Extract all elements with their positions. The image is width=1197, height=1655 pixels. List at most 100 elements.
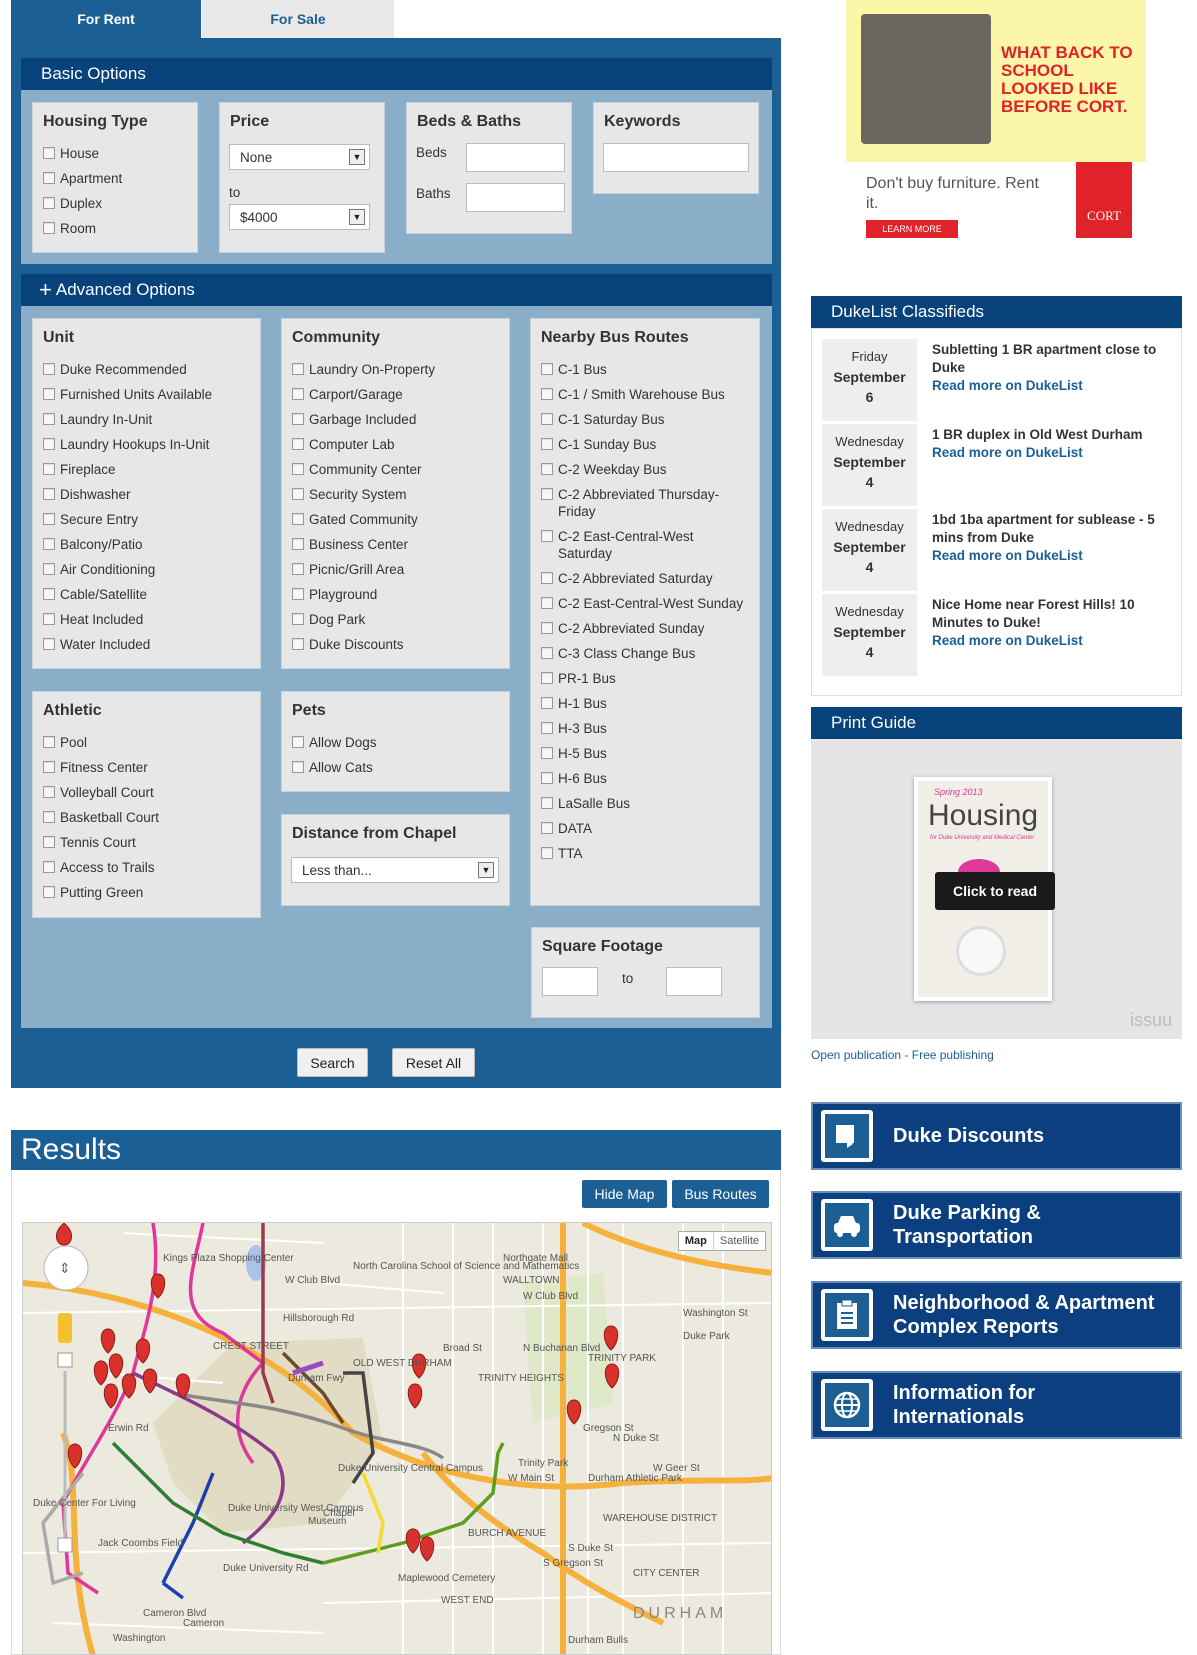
checkbox[interactable] [43, 363, 55, 375]
bus-route-option[interactable]: LaSalle Bus [541, 795, 749, 812]
search-button[interactable]: Search [297, 1048, 368, 1077]
bus-route-option[interactable]: H-3 Bus [541, 720, 749, 737]
checkbox[interactable] [541, 530, 553, 542]
unit-option[interactable]: Duke Recommended [43, 361, 250, 378]
checkbox[interactable] [43, 413, 55, 425]
unit-option[interactable]: Furnished Units Available [43, 386, 250, 403]
unit-option[interactable]: Laundry Hookups In-Unit [43, 436, 250, 453]
duke-discounts-button[interactable]: Duke Discounts [811, 1102, 1182, 1170]
map-type-satellite[interactable]: Satellite [714, 1232, 765, 1250]
unit-option[interactable]: Fireplace [43, 461, 250, 478]
bus-route-option[interactable]: C-2 Weekday Bus [541, 461, 749, 478]
community-option[interactable]: Business Center [292, 536, 499, 553]
community-option[interactable]: Playground [292, 586, 499, 603]
reset-all-button[interactable]: Reset All [392, 1048, 475, 1077]
housing-option[interactable]: Apartment [43, 170, 187, 187]
checkbox[interactable] [292, 438, 304, 450]
community-option[interactable]: Carport/Garage [292, 386, 499, 403]
bus-route-option[interactable]: C-1 Sunday Bus [541, 436, 749, 453]
parking-transportation-button[interactable]: Duke Parking & Transportation [811, 1191, 1182, 1259]
pets-option[interactable]: Allow Dogs [292, 734, 499, 751]
checkbox[interactable] [43, 613, 55, 625]
checkbox[interactable] [541, 463, 553, 475]
checkbox[interactable] [292, 736, 304, 748]
community-option[interactable]: Garbage Included [292, 411, 499, 428]
checkbox[interactable] [43, 172, 55, 184]
zoom-out-button[interactable] [57, 1537, 73, 1553]
checkbox[interactable] [541, 672, 553, 684]
bus-route-option[interactable]: H-5 Bus [541, 745, 749, 762]
housing-option[interactable]: Duplex [43, 195, 187, 212]
checkbox[interactable] [541, 822, 553, 834]
checkbox[interactable] [541, 572, 553, 584]
price-max-select[interactable]: $4000 ▼ [229, 204, 370, 230]
checkbox[interactable] [292, 761, 304, 773]
classified-item[interactable]: Friday September 6 Subletting 1 BR apartmen… [822, 339, 1174, 421]
bus-route-option[interactable]: C-2 East-Central-West Saturday [541, 528, 749, 562]
results-map[interactable]: ⇕ Map Satellite Kings Plaza Shopping Cen… [22, 1222, 772, 1655]
checkbox[interactable] [541, 772, 553, 784]
distance-select[interactable]: Less than... ▼ [291, 857, 499, 883]
checkbox[interactable] [541, 797, 553, 809]
community-option[interactable]: Dog Park [292, 611, 499, 628]
basic-options-header[interactable]: Basic Options [21, 58, 772, 90]
checkbox[interactable] [292, 363, 304, 375]
read-more-link[interactable]: Read more on DukeList [932, 377, 1177, 395]
checkbox[interactable] [292, 413, 304, 425]
athletic-option[interactable]: Fitness Center [43, 759, 250, 776]
bus-route-option[interactable]: C-1 Saturday Bus [541, 411, 749, 428]
classified-item[interactable]: Wednesday September 4 1bd 1ba apartment for… [822, 509, 1174, 591]
bus-route-option[interactable]: TTA [541, 845, 749, 862]
checkbox[interactable] [43, 488, 55, 500]
checkbox[interactable] [541, 847, 553, 859]
unit-option[interactable]: Heat Included [43, 611, 250, 628]
checkbox[interactable] [43, 388, 55, 400]
checkbox[interactable] [292, 388, 304, 400]
checkbox[interactable] [292, 563, 304, 575]
checkbox[interactable] [541, 697, 553, 709]
classified-title[interactable]: Subletting 1 BR apartment close to Duke [932, 342, 1156, 375]
bus-route-option[interactable]: DATA [541, 820, 749, 837]
athletic-option[interactable]: Putting Green [43, 884, 250, 901]
price-min-select[interactable]: None ▼ [229, 144, 370, 170]
bus-route-option[interactable]: C-2 Abbreviated Thursday-Friday [541, 486, 749, 520]
baths-input[interactable] [466, 183, 565, 212]
checkbox[interactable] [43, 463, 55, 475]
ad-learn-more-button[interactable]: LEARN MORE [866, 220, 958, 238]
community-option[interactable]: Computer Lab [292, 436, 499, 453]
checkbox[interactable] [43, 588, 55, 600]
bus-route-option[interactable]: C-2 Abbreviated Sunday [541, 620, 749, 637]
checkbox[interactable] [43, 886, 55, 898]
unit-option[interactable]: Air Conditioning [43, 561, 250, 578]
housing-option[interactable]: Room [43, 220, 187, 237]
checkbox[interactable] [541, 363, 553, 375]
checkbox[interactable] [541, 647, 553, 659]
tab-for-rent[interactable]: For Rent [11, 0, 201, 38]
bus-route-option[interactable]: C-2 Abbreviated Saturday [541, 570, 749, 587]
unit-option[interactable]: Balcony/Patio [43, 536, 250, 553]
internationals-button[interactable]: Information for Internationals [811, 1371, 1182, 1439]
checkbox[interactable] [292, 513, 304, 525]
checkbox[interactable] [541, 413, 553, 425]
community-option[interactable]: Community Center [292, 461, 499, 478]
map-type-map[interactable]: Map [679, 1232, 714, 1250]
pets-option[interactable]: Allow Cats [292, 759, 499, 776]
athletic-option[interactable]: Volleyball Court [43, 784, 250, 801]
checkbox[interactable] [541, 747, 553, 759]
click-to-read-button[interactable]: Click to read [935, 872, 1055, 910]
community-option[interactable]: Duke Discounts [292, 636, 499, 653]
checkbox[interactable] [43, 538, 55, 550]
keywords-input[interactable] [603, 143, 749, 172]
athletic-option[interactable]: Tennis Court [43, 834, 250, 851]
bus-route-option[interactable]: C-2 East-Central-West Sunday [541, 595, 749, 612]
tab-for-sale[interactable]: For Sale [202, 0, 394, 38]
sqft-max-input[interactable] [666, 967, 722, 996]
read-more-link[interactable]: Read more on DukeList [932, 444, 1177, 462]
unit-option[interactable]: Dishwasher [43, 486, 250, 503]
checkbox[interactable] [43, 761, 55, 773]
bus-route-option[interactable]: H-6 Bus [541, 770, 749, 787]
unit-option[interactable]: Secure Entry [43, 511, 250, 528]
athletic-option[interactable]: Pool [43, 734, 250, 751]
athletic-option[interactable]: Access to Trails [43, 859, 250, 876]
checkbox[interactable] [43, 811, 55, 823]
